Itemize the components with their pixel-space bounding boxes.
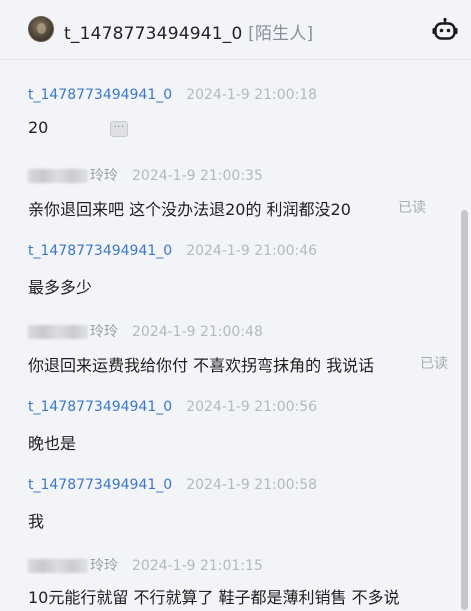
more-options-button[interactable]: ··· — [110, 121, 128, 137]
message-meta: 玲玲 2024-1-9 21:01:15 — [28, 555, 263, 575]
sender-name[interactable]: t_1478773494941_0 — [28, 399, 172, 415]
message-time: 2024-1-9 21:00:48 — [132, 324, 263, 340]
message-text: 我 — [28, 512, 45, 531]
sender-name[interactable]: 玲玲 — [90, 324, 118, 340]
robot-icon[interactable] — [432, 17, 458, 43]
stranger-tag: [陌生人] — [248, 24, 314, 44]
message-meta: t_1478773494941_0 2024-1-9 21:00:46 — [28, 243, 317, 259]
blurred-sender-prefix — [28, 169, 88, 183]
message-meta: t_1478773494941_0 2024-1-9 21:00:18 — [28, 87, 317, 103]
message-time: 2024-1-9 21:00:56 — [186, 399, 318, 415]
message-text: 亲你退回来吧 这个没办法退20的 利润都没20 — [28, 200, 351, 219]
message-time: 2024-1-9 21:00:58 — [186, 477, 318, 493]
message-meta: 玲玲 2024-1-9 21:00:35 — [28, 165, 263, 185]
message-text: 最多多少 — [28, 278, 93, 297]
blurred-sender-prefix — [28, 325, 88, 339]
message-text: 晚也是 — [28, 434, 77, 453]
sender-name[interactable]: t_1478773494941_0 — [28, 243, 172, 259]
message-time: 2024-1-9 21:00:46 — [186, 243, 318, 259]
chat-header: t_1478773494941_0 [陌生人] — [0, 0, 471, 60]
sender-name[interactable]: 玲玲 — [90, 168, 118, 184]
chat-title: t_1478773494941_0 [陌生人] — [64, 19, 313, 44]
message-meta: t_1478773494941_0 2024-1-9 21:00:56 — [28, 399, 317, 415]
message-time: 2024-1-9 21:00:18 — [186, 87, 318, 103]
message-text: 你退回来运费我给你付 不喜欢拐弯抹角的 我说话 — [28, 356, 375, 375]
message-text: 10元能行就留 不行就算了 鞋子都是薄利销售 不多说 — [28, 588, 400, 607]
user-avatar[interactable] — [28, 16, 54, 42]
scrollbar-thumb[interactable] — [461, 210, 468, 610]
message-time: 2024-1-9 21:00:35 — [132, 168, 263, 184]
blurred-sender-prefix — [28, 559, 88, 573]
sender-name[interactable]: 玲玲 — [90, 558, 118, 574]
read-status: 已读 — [398, 200, 426, 216]
sender-name[interactable]: t_1478773494941_0 — [28, 477, 172, 493]
chat-name: t_1478773494941_0 — [64, 24, 243, 44]
sender-name[interactable]: t_1478773494941_0 — [28, 87, 172, 103]
message-meta: 玲玲 2024-1-9 21:00:48 — [28, 321, 263, 341]
read-status: 已读 — [420, 356, 448, 372]
message-time: 2024-1-9 21:01:15 — [132, 558, 263, 574]
message-text: 20 — [28, 118, 49, 137]
message-meta: t_1478773494941_0 2024-1-9 21:00:58 — [28, 477, 317, 493]
